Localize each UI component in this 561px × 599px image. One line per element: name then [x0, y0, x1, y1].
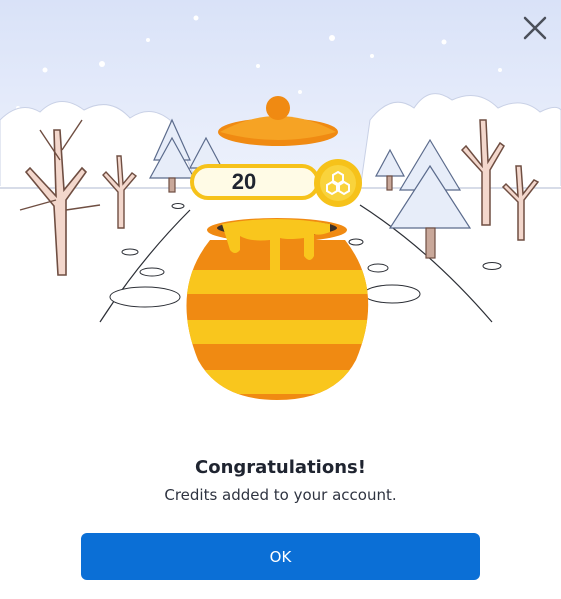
credit-amount-pill: 20	[190, 164, 320, 200]
honey-pot	[186, 218, 369, 400]
reward-dialog: 20 Congratulations! Credits added to you…	[0, 0, 561, 599]
close-icon	[523, 16, 547, 40]
ok-button[interactable]: OK	[81, 533, 480, 580]
dialog-subtitle: Credits added to your account.	[164, 486, 397, 504]
close-button[interactable]	[517, 10, 553, 46]
credit-amount: 20	[231, 169, 257, 194]
honeycomb-coin-icon	[314, 159, 362, 207]
dialog-title: Congratulations!	[195, 457, 366, 478]
